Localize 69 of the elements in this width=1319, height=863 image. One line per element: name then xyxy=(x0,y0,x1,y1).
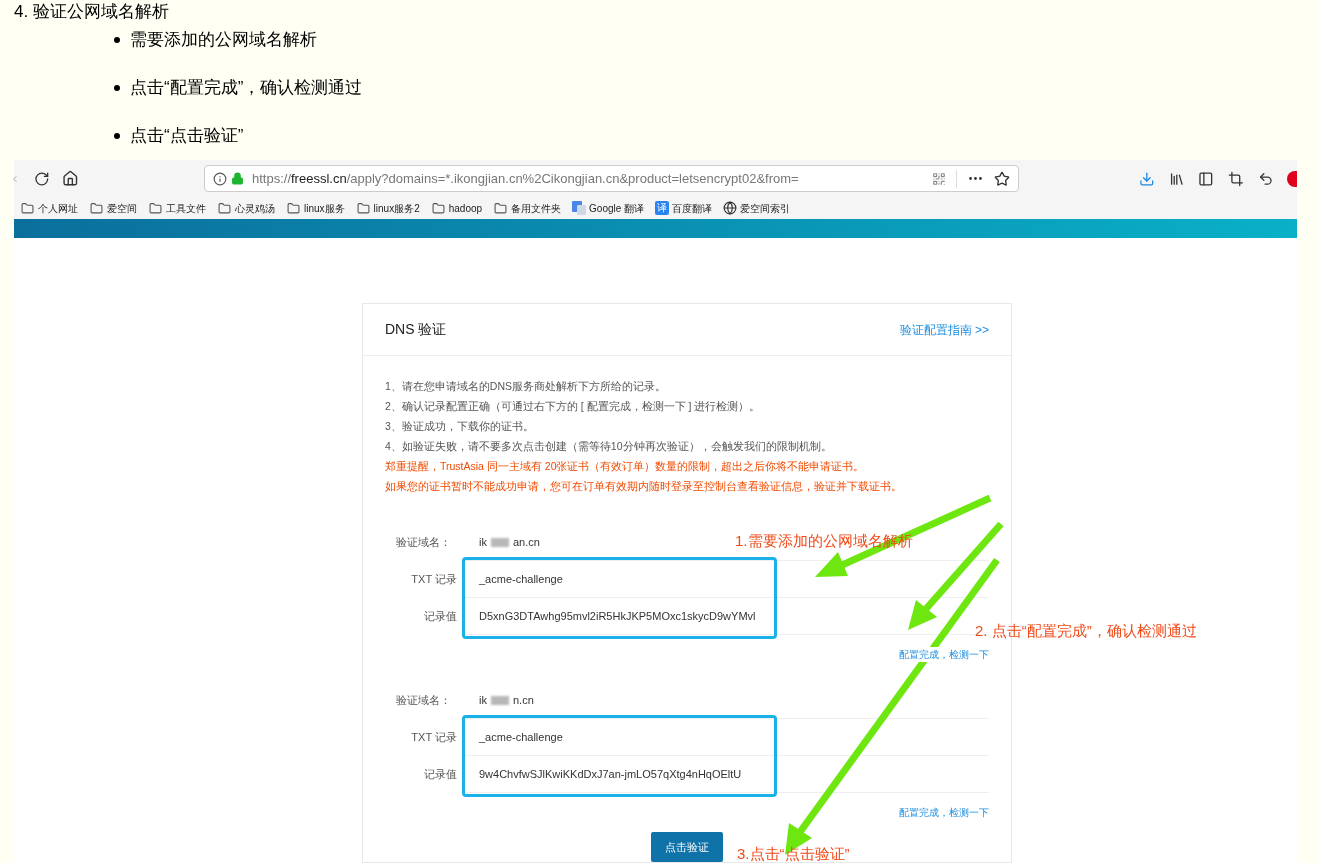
instruction-text: 2、确认记录配置正确（可通过右下方的 [ 配置完成，检测一下 ] 进行检测）。 xyxy=(385,399,762,414)
record-value: D5xnG3DTAwhg95mvl2iR5HkJKP5MOxc1skycD9wYMvl xyxy=(479,608,756,624)
bullet-text: 点击“点击验证” xyxy=(130,125,244,147)
bookmark-item[interactable]: 译 百度翻译 xyxy=(655,200,713,216)
instruction-text: 4、如验证失败，请不要多次点击创建（需等待10分钟再次验证），会触发我们的限制机制。 xyxy=(385,439,833,454)
bullet-text: 需要添加的公网域名解析 xyxy=(130,29,317,51)
check-link[interactable]: 配置完成，检测一下 xyxy=(899,647,989,662)
bookmark-item[interactable]: linux服务2 xyxy=(355,200,420,216)
instruction-text: 1、请在您申请域名的DNS服务商处解析下方所给的记录。 xyxy=(385,379,667,394)
info-icon xyxy=(212,171,227,186)
bookmark-item[interactable]: 爱空间索引 xyxy=(723,200,791,216)
step-heading: 4. 验证公网域名解析 xyxy=(14,1,170,23)
translate-icon xyxy=(572,201,587,215)
field-label: 验证域名： xyxy=(395,693,452,709)
record-value: 9w4ChvfwSJlKwiKKdDxJ7an-jmLO57qXtg4nHqOEltU xyxy=(479,766,742,782)
folder-icon xyxy=(286,201,301,215)
home-icon[interactable] xyxy=(62,170,79,187)
folder-icon xyxy=(89,201,104,215)
annotation-text: 3.点击“点击验证” xyxy=(737,844,850,863)
bookmark-item[interactable]: 心灵鸡汤 xyxy=(217,200,275,216)
domain-text: n.cn xyxy=(512,692,534,708)
annotation-text: 2. 点击“配置完成”，确认检测通过 xyxy=(975,621,1197,641)
url-text: https://freessl.cn/apply?domains=*.ikongjian.cn%2Cikongjian.cn&product=letsencrypt02&from= xyxy=(251,169,799,188)
folder-icon xyxy=(430,201,446,215)
bookmark-item[interactable]: 工具文件 xyxy=(148,200,206,216)
bullet-text: 点击“配置完成”，确认检测通过 xyxy=(130,77,363,99)
reload-icon[interactable] xyxy=(33,170,50,187)
folder-icon xyxy=(217,201,232,215)
extension-icon[interactable] xyxy=(1287,170,1297,187)
crop-icon[interactable] xyxy=(1228,170,1244,187)
field-label: TXT 记录 xyxy=(410,730,458,746)
instruction-text: 3、验证成功，下载你的证书。 xyxy=(385,419,535,434)
globe-icon xyxy=(723,201,738,215)
address-bar[interactable]: https://freessl.cn/apply?domains=*.ikongjian.cn%2Cikongjian.cn&product=letsencrypt02&from= xyxy=(203,165,1020,192)
lock-icon xyxy=(230,172,244,185)
field-label: 验证域名： xyxy=(395,535,452,551)
qr-code-icon[interactable] xyxy=(932,171,947,186)
bookmark-item[interactable]: 备用文件夹 xyxy=(493,200,562,216)
bookmark-item[interactable]: Google 翻译 xyxy=(572,200,645,216)
library-icon[interactable] xyxy=(1168,170,1185,187)
folder-icon xyxy=(20,201,35,215)
undo-icon[interactable] xyxy=(1257,170,1274,187)
record-name: _acme-challenge xyxy=(479,729,563,745)
warning-text: 郑重提醒，TrustAsia 同一主域有 20张证书（有效订单）数量的限制，超出之后你将不能申请证书。 xyxy=(385,459,866,474)
download-icon[interactable] xyxy=(1139,170,1155,187)
domain-text: ik xyxy=(479,692,487,708)
card-title: DNS 验证 xyxy=(385,320,447,339)
folder-icon xyxy=(148,201,163,215)
check-link[interactable]: 配置完成，检测一下 xyxy=(899,805,989,820)
translate-icon: 译 xyxy=(655,201,670,215)
sidebar-icon[interactable] xyxy=(1198,170,1214,187)
guide-link[interactable]: 验证配置指南 >> xyxy=(899,320,989,339)
folder-icon xyxy=(355,201,371,215)
domain-text: an.cn xyxy=(512,534,540,550)
bookmark-item[interactable]: 爱空间 xyxy=(89,200,137,216)
field-label: 记录值 xyxy=(423,767,458,783)
record-name: _acme-challenge xyxy=(479,571,563,587)
bookmark-item[interactable]: linux服务 xyxy=(286,200,345,216)
field-label: 记录值 xyxy=(423,609,458,625)
bookmark-item[interactable]: 个人网址 xyxy=(20,200,78,216)
blurred-text xyxy=(490,695,509,705)
blurred-text xyxy=(490,537,509,547)
folder-icon xyxy=(493,201,509,215)
bookmark-item[interactable]: hadoop xyxy=(430,200,483,216)
field-label: TXT 记录 xyxy=(410,572,458,588)
bookmark-star-icon[interactable] xyxy=(994,170,1011,187)
verify-button[interactable]: 点击验证 xyxy=(651,832,723,862)
domain-text: ik xyxy=(479,534,487,550)
warning-text: 如果您的证书暂时不能成功申请，您可在订单有效期内随时登录至控制台查看验证信息，验证并下载证书。 xyxy=(385,479,903,494)
